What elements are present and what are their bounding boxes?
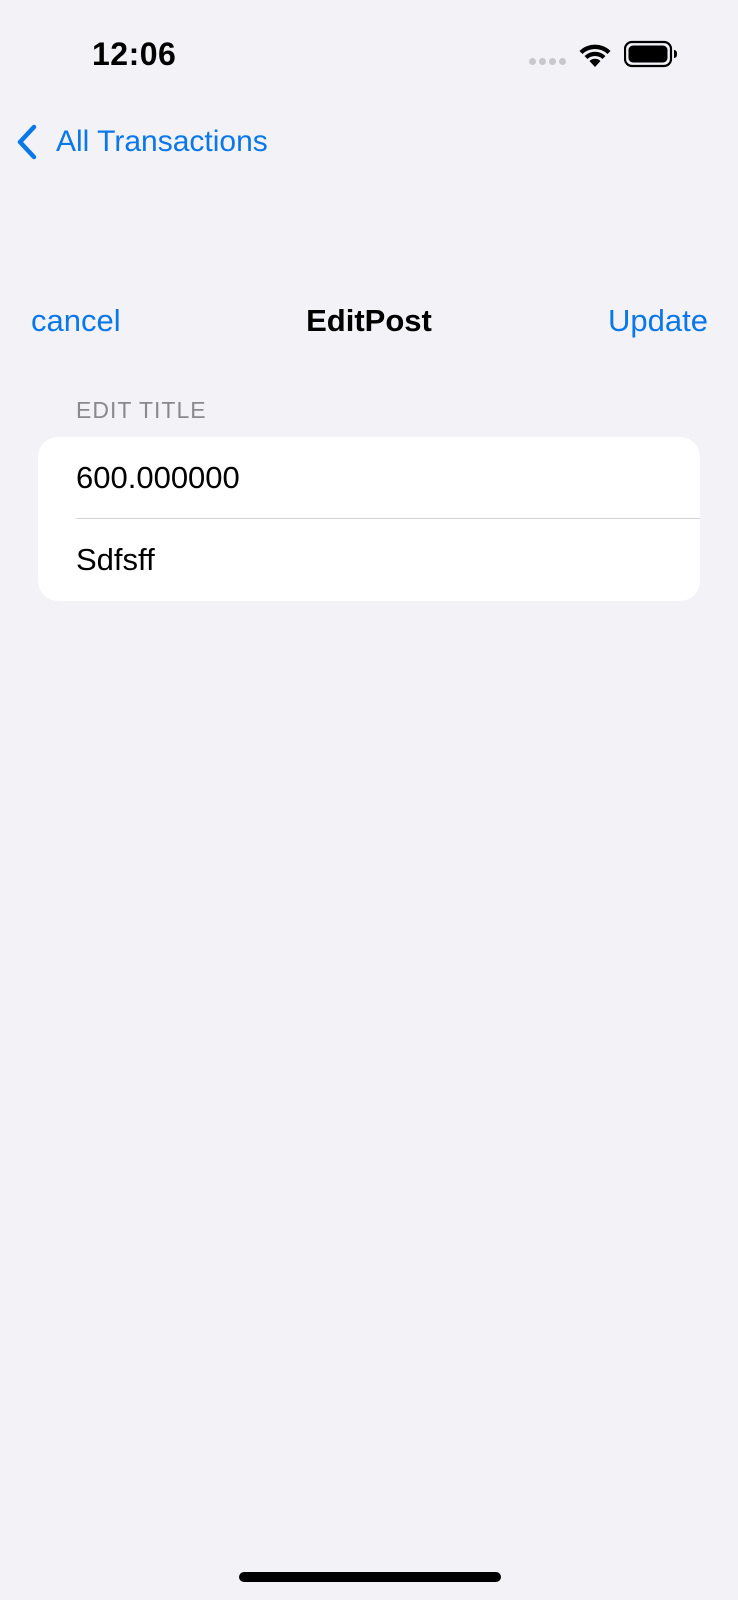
section-header: EDIT TITLE [76,397,207,423]
amount-field[interactable] [76,437,676,519]
status-bar: 12:06 [0,0,738,110]
sheet-toolbar: cancel EditPost Update [0,295,738,351]
battery-icon [624,40,677,68]
chevron-left-icon [17,124,37,160]
form-row-amount [38,437,700,519]
update-button[interactable]: Update [608,303,708,339]
status-time: 12:06 [92,36,177,72]
signal-dots-icon [529,58,569,66]
form-card [38,437,700,601]
back-button[interactable]: All Transactions [14,120,268,164]
home-indicator[interactable] [239,1572,501,1582]
form-row-title [38,519,700,601]
back-label: All Transactions [56,125,268,158]
title-field[interactable] [76,519,676,601]
wifi-icon [579,44,611,67]
